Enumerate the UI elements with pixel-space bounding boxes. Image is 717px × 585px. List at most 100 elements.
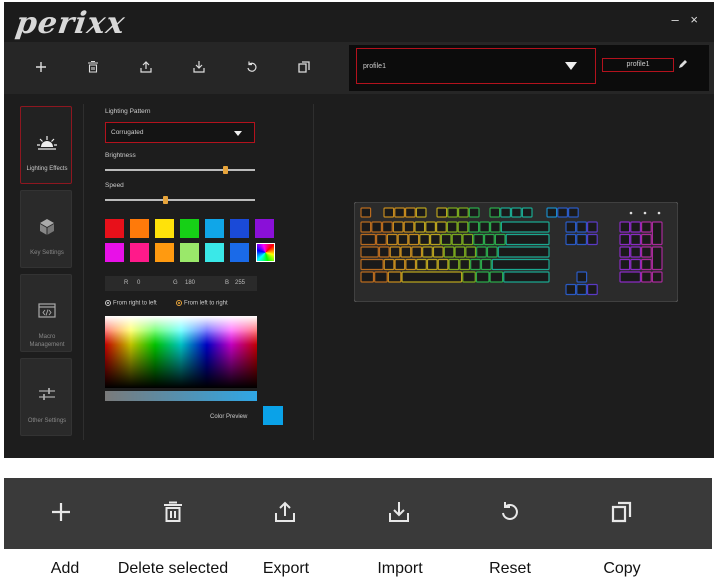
keyboard-key[interactable] — [641, 246, 652, 258]
color-swatch[interactable] — [105, 219, 124, 238]
keyboard-key[interactable] — [436, 207, 448, 218]
keyboard-key[interactable] — [416, 258, 427, 271]
nav-other-settings[interactable]: Other Settings — [20, 358, 72, 436]
keyboard-key[interactable] — [587, 221, 598, 233]
keyboard-key[interactable] — [641, 233, 652, 246]
pencil-icon[interactable] — [677, 58, 689, 70]
keyboard-key[interactable] — [429, 233, 441, 246]
keyboard-key[interactable] — [448, 258, 460, 271]
keyboard-key[interactable] — [576, 283, 588, 296]
keyboard-key[interactable] — [479, 221, 491, 233]
keyboard-key[interactable] — [619, 246, 631, 258]
direction-left-to-right[interactable]: From left to right — [176, 300, 228, 307]
color-picker[interactable] — [105, 316, 257, 388]
keyboard-key[interactable] — [435, 221, 447, 233]
keyboard-key[interactable] — [651, 221, 663, 246]
b-value[interactable]: 255 — [235, 276, 245, 291]
keyboard-key[interactable] — [475, 271, 490, 283]
slider-knob[interactable] — [223, 166, 228, 174]
keyboard-key[interactable] — [422, 246, 433, 258]
keyboard-key[interactable] — [394, 207, 405, 218]
keyboard-key[interactable] — [360, 258, 384, 271]
keyboard-key[interactable] — [360, 207, 372, 218]
keyboard-key[interactable] — [457, 207, 469, 218]
keyboard-key[interactable] — [630, 246, 641, 258]
keyboard-key[interactable] — [619, 258, 631, 271]
keyboard-key[interactable] — [400, 246, 412, 258]
keyboard-key[interactable] — [641, 271, 652, 283]
keyboard-key[interactable] — [576, 221, 588, 233]
profile-name-field[interactable]: profile1 — [602, 58, 674, 72]
export-button[interactable] — [135, 56, 157, 78]
close-button[interactable]: × — [690, 12, 698, 27]
keyboard-key[interactable] — [446, 221, 458, 233]
keyboard-key[interactable] — [490, 221, 501, 233]
keyboard-key[interactable] — [426, 258, 438, 271]
keyboard-key[interactable] — [576, 271, 588, 283]
keyboard-key[interactable] — [360, 221, 372, 233]
color-swatch[interactable] — [105, 243, 124, 262]
keyboard-key[interactable] — [500, 207, 512, 218]
keyboard-key[interactable] — [557, 207, 569, 218]
keyboard-key[interactable] — [480, 258, 492, 271]
color-swatch[interactable] — [155, 243, 174, 262]
keyboard-key[interactable] — [546, 207, 558, 218]
keyboard-key[interactable] — [414, 221, 426, 233]
keyboard-key[interactable] — [484, 233, 495, 246]
minimize-button[interactable]: – — [672, 12, 679, 27]
nav-key-settings[interactable]: Key Settings — [20, 190, 72, 268]
keyboard-key[interactable] — [630, 258, 641, 271]
profile-dropdown[interactable]: profile1 — [356, 48, 596, 84]
keyboard-key[interactable] — [387, 271, 402, 283]
reset-button[interactable] — [241, 56, 263, 78]
keyboard-key[interactable] — [432, 246, 444, 258]
keyboard-key[interactable] — [389, 246, 401, 258]
keyboard-key[interactable] — [394, 258, 406, 271]
keyboard-key[interactable] — [651, 271, 663, 283]
g-value[interactable]: 180 — [185, 276, 195, 291]
keyboard-key[interactable] — [401, 271, 463, 283]
keyboard-key[interactable] — [500, 221, 550, 233]
keyboard-key[interactable] — [491, 258, 550, 271]
keyboard-key[interactable] — [630, 221, 641, 233]
nav-lighting-effects[interactable]: Lighting Effects — [20, 106, 72, 184]
keyboard-key[interactable] — [468, 221, 480, 233]
keyboard-key[interactable] — [630, 233, 641, 246]
keyboard-key[interactable] — [497, 246, 550, 258]
keyboard-key[interactable] — [465, 246, 477, 258]
brightness-slider[interactable] — [105, 166, 255, 174]
keyboard-key[interactable] — [494, 233, 506, 246]
keyboard-key[interactable] — [397, 233, 409, 246]
copy-button[interactable] — [293, 56, 315, 78]
color-swatch[interactable] — [205, 219, 224, 238]
direction-right-to-left[interactable]: From right to left — [105, 300, 157, 307]
keyboard-key[interactable] — [437, 258, 449, 271]
color-swatch[interactable] — [155, 219, 174, 238]
keyboard-key[interactable] — [619, 221, 631, 233]
keyboard-key[interactable] — [503, 271, 550, 283]
keyboard-key[interactable] — [378, 246, 390, 258]
keyboard-key[interactable] — [489, 271, 504, 283]
keyboard-key[interactable] — [568, 207, 579, 218]
keyboard-key[interactable] — [587, 283, 598, 296]
keyboard-key[interactable] — [376, 233, 387, 246]
keyboard-key[interactable] — [403, 221, 415, 233]
keyboard-key[interactable] — [360, 246, 379, 258]
keyboard-key[interactable] — [619, 271, 641, 283]
color-swatch[interactable] — [255, 219, 274, 238]
keyboard-key[interactable] — [486, 246, 498, 258]
keyboard-key[interactable] — [505, 233, 550, 246]
keyboard-key[interactable] — [454, 246, 466, 258]
lighting-pattern-dropdown[interactable]: Corrugated — [105, 122, 255, 143]
keyboard-key[interactable] — [360, 233, 376, 246]
keyboard-key[interactable] — [651, 246, 663, 271]
keyboard-key[interactable] — [415, 207, 427, 218]
color-swatch[interactable] — [205, 243, 224, 262]
keyboard-key[interactable] — [382, 221, 393, 233]
keyboard-key[interactable] — [440, 233, 452, 246]
slider-knob[interactable] — [163, 196, 168, 204]
speed-slider[interactable] — [105, 196, 255, 204]
keyboard-key[interactable] — [462, 233, 474, 246]
keyboard-key[interactable] — [468, 207, 480, 218]
color-swatch[interactable] — [180, 243, 199, 262]
